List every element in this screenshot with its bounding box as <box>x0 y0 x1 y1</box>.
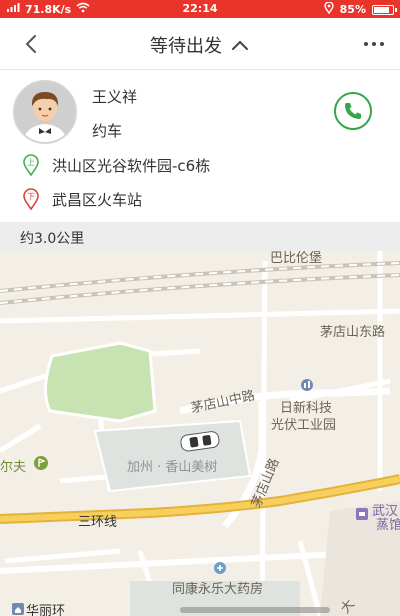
chevron-up-icon <box>232 40 248 50</box>
distance-text: 约3.0公里 <box>20 231 85 247</box>
map-label-third-ring: 三环线 <box>78 515 118 530</box>
distance-bar: 约3.0公里 <box>0 222 400 251</box>
battery-icon <box>372 4 397 15</box>
nav-title-toggle[interactable]: 等待出发 <box>0 32 400 58</box>
end-pin-icon: 下 <box>23 188 39 210</box>
driver-avatar-illustration <box>15 82 75 142</box>
more-button[interactable] <box>360 30 388 58</box>
start-location: 洪山区光谷软件园-c6栋 <box>52 156 211 175</box>
start-pin-icon: 上 <box>23 154 39 176</box>
railway-lines <box>0 261 400 305</box>
map-label-jiazhou: 加州 · 香山美树 <box>127 460 218 475</box>
page-title: 等待出发 <box>150 36 222 57</box>
battery-fill <box>374 6 390 13</box>
map-label-pharmacy: 同康永乐大药房 <box>172 582 264 597</box>
more-dots-icon <box>364 42 384 46</box>
location-icon <box>323 1 334 17</box>
phone-icon <box>345 103 361 119</box>
map-label-golf: 尔夫 <box>0 460 27 475</box>
map-label-maodian-east: 茅店山东路 <box>320 325 386 340</box>
map-label-guangfu: 光伏工业园 <box>271 418 337 433</box>
map-label-zhengguan: 蒸馆 <box>376 518 400 533</box>
driver-avatar[interactable] <box>13 80 77 144</box>
map-label-huali: 华丽环 <box>26 604 66 616</box>
start-marker-label: 上 <box>27 158 35 167</box>
park-area <box>44 341 157 423</box>
driver-panel: 王义祥 约车 上 洪山区光谷软件园-c6栋 下 武昌区火车站 <box>0 70 400 222</box>
driver-name: 王义祥 <box>92 88 138 106</box>
map-scrollbar[interactable] <box>180 607 330 613</box>
map-label-top: 巴比伦堡 <box>270 251 323 266</box>
call-driver-button[interactable] <box>334 92 372 130</box>
car-type: 约车 <box>92 122 123 140</box>
nav-bar: 等待出发 <box>0 18 400 70</box>
end-location: 武昌区火车站 <box>52 190 143 209</box>
start-location-row: 上 洪山区光谷软件园-c6栋 <box>22 154 210 176</box>
end-location-row: 下 武昌区火车站 <box>22 188 142 210</box>
map-canvas <box>0 251 400 616</box>
end-marker-label: 下 <box>27 192 35 201</box>
status-bar: 71.8K/s 22:14 85% <box>0 0 400 18</box>
battery-percent: 85% <box>339 3 366 16</box>
map-view[interactable]: 巴比伦堡 茅店山东路 茅店山中路 日新科技 光伏工业园 加州 · 香山美树 茅店… <box>0 251 400 616</box>
